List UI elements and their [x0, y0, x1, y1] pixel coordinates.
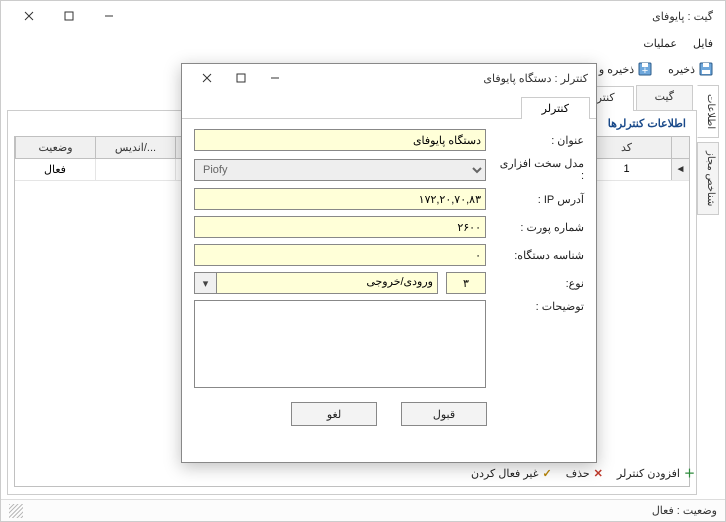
main-window-title: گیت : پایوفای [652, 10, 717, 23]
deactivate-label: غیر فعال کردن [471, 467, 538, 480]
plus-icon: ＋ [684, 465, 695, 481]
toolbar-save[interactable]: ذخیره [668, 62, 713, 76]
side-tabs: اطلاعات شناخص مجاز [697, 85, 719, 495]
statusbar: وضعیت : فعال [1, 499, 725, 521]
cancel-button[interactable]: لغو [291, 402, 377, 426]
svg-text:+: + [642, 65, 648, 76]
dialog-titlebar[interactable]: کنترلر : دستگاه پایوفای [182, 64, 596, 92]
input-ip[interactable] [194, 188, 486, 210]
action-bar: ＋ افزودن کنترلر ✕ حذف ✓ غیر فعال کردن [471, 465, 695, 481]
main-window: گیت : پایوفای فایل عملیات ذخیره + ذخیره … [0, 0, 726, 522]
grid-header-index[interactable]: .../اندیس [95, 137, 175, 158]
label-device-id: شناسه دستگاه: [494, 249, 584, 262]
input-device-id[interactable] [194, 244, 486, 266]
save-new-icon: + [638, 62, 652, 76]
window-close-button[interactable] [9, 2, 49, 30]
status-text: وضعیت : فعال [652, 504, 717, 517]
dialog-close-button[interactable] [190, 66, 224, 90]
window-maximize-button[interactable] [49, 2, 89, 30]
input-title[interactable] [194, 129, 486, 151]
ok-button[interactable]: قبول [401, 402, 487, 426]
resize-grip[interactable] [9, 504, 23, 518]
save-icon [699, 62, 713, 76]
add-controller-label: افزودن کنترلر [617, 467, 680, 480]
dialog-tab-strip: کنترلر [182, 92, 596, 119]
dialog-maximize-button[interactable] [224, 66, 258, 90]
close-icon [202, 73, 212, 83]
add-controller-button[interactable]: ＋ افزودن کنترلر [617, 465, 695, 481]
minimize-icon [104, 11, 114, 21]
label-ip: آدرس IP : [494, 193, 584, 206]
main-titlebar: گیت : پایوفای [1, 1, 725, 31]
grid-header-status[interactable]: وضعیت [15, 137, 95, 158]
cell-status: فعال [15, 159, 95, 180]
type-combo-button[interactable]: ▾ [194, 272, 216, 294]
check-icon: ✓ [542, 467, 551, 480]
menu-file[interactable]: فایل [693, 37, 713, 50]
cell-index [95, 159, 175, 180]
dialog-button-row: قبول لغو [194, 402, 584, 426]
maximize-icon [64, 11, 74, 21]
controller-dialog: کنترلر : دستگاه پایوفای کنترلر عنوان : م… [181, 63, 597, 463]
side-tab-authorized[interactable]: شناخص مجاز [697, 142, 719, 215]
dialog-minimize-button[interactable] [258, 66, 292, 90]
type-combo[interactable]: ورودی/خروجی ▾ [194, 272, 438, 294]
dialog-body: عنوان : مدل سخت افزاری : Piofy آدرس IP :… [182, 119, 596, 436]
label-hw-model: مدل سخت افزاری : [494, 157, 584, 182]
dialog-tab-controller[interactable]: کنترلر [521, 97, 590, 119]
label-title: عنوان : [494, 134, 584, 147]
input-description[interactable] [194, 300, 486, 388]
label-port: شماره پورت : [494, 221, 584, 234]
status-label: وضعیت : [677, 505, 717, 517]
row-indicator: ◄ [671, 159, 689, 180]
minimize-icon [270, 73, 280, 83]
maximize-icon [236, 73, 246, 83]
side-tab-info[interactable]: اطلاعات [697, 85, 719, 138]
menubar: فایل عملیات [1, 31, 725, 55]
status-value: فعال [652, 505, 674, 517]
input-port[interactable] [194, 216, 486, 238]
label-type: نوع: [494, 277, 584, 290]
tab-gate[interactable]: گیت [636, 85, 693, 110]
menu-operations[interactable]: عملیات [643, 37, 677, 50]
dialog-title: کنترلر : دستگاه پایوفای [483, 72, 588, 85]
deactivate-button[interactable]: ✓ غیر فعال کردن [471, 467, 552, 480]
delete-icon: ✕ [594, 467, 603, 480]
close-icon [24, 11, 34, 21]
window-minimize-button[interactable] [89, 2, 129, 30]
type-combo-text: ورودی/خروجی [216, 272, 438, 294]
select-hw-model[interactable]: Piofy [194, 159, 486, 181]
delete-label: حذف [566, 467, 590, 480]
label-description: توضیحات : [494, 300, 584, 313]
toolbar-save-label: ذخیره [668, 63, 695, 76]
chevron-down-icon: ▾ [203, 277, 209, 290]
delete-button[interactable]: ✕ حذف [566, 467, 603, 480]
input-type-code[interactable] [446, 272, 486, 294]
grid-header-row-selector [671, 137, 689, 158]
